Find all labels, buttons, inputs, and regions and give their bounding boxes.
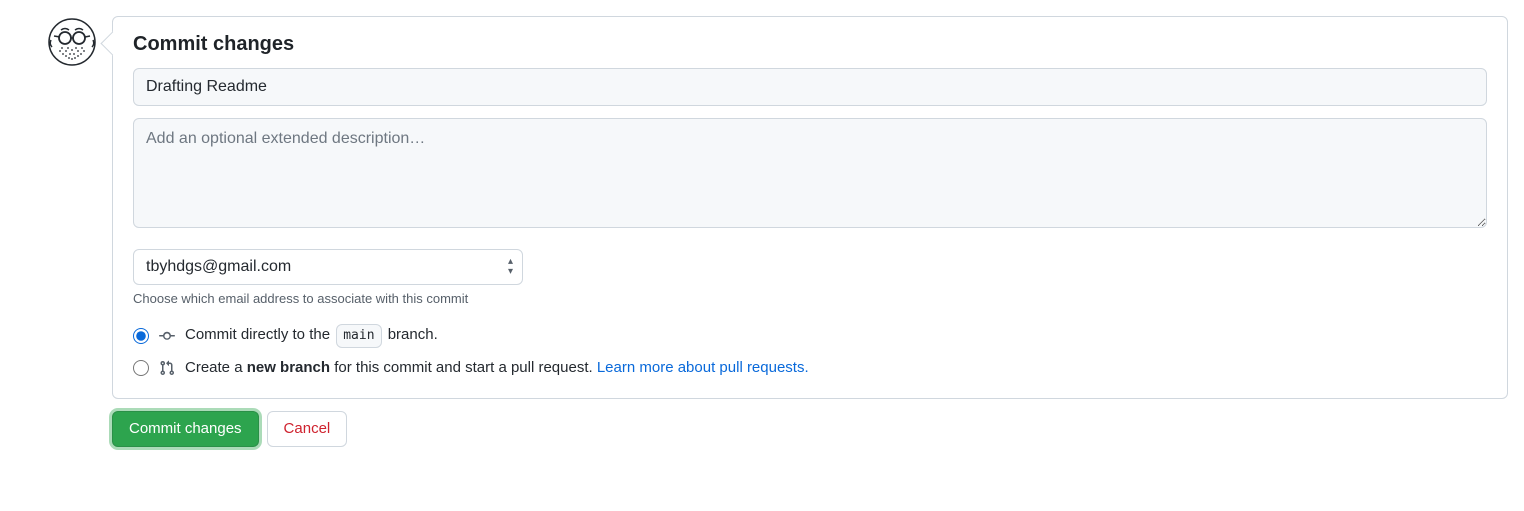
commit-new-branch-radio[interactable] [133,360,149,376]
commit-new-branch-label: Create a new branch for this commit and … [185,358,809,378]
commit-description-textarea[interactable] [133,118,1487,228]
git-commit-icon [159,328,175,344]
commit-direct-label: Commit directly to the main branch. [185,324,438,348]
commit-target-radio-group: Commit directly to the main branch. Crea… [133,324,1487,378]
learn-more-pull-requests-link[interactable]: Learn more about pull requests. [597,359,809,376]
commit-direct-radio[interactable] [133,328,149,344]
commit-new-branch-option[interactable]: Create a new branch for this commit and … [133,358,1487,378]
avatar [48,18,96,66]
form-actions: Commit changes Cancel [112,411,1508,447]
commit-direct-option[interactable]: Commit directly to the main branch. [133,324,1487,348]
commit-summary-input[interactable] [133,68,1487,106]
branch-badge: main [336,324,381,348]
commit-form: Commit changes tbyhdgs@gmail.com ▴▾ Choo… [112,16,1508,399]
commit-changes-button[interactable]: Commit changes [112,411,259,447]
form-heading: Commit changes [133,33,1487,56]
git-pull-request-icon [159,360,175,376]
cancel-button[interactable]: Cancel [267,411,348,447]
commit-email-select[interactable]: tbyhdgs@gmail.com [133,249,523,285]
email-helper-text: Choose which email address to associate … [133,291,1487,306]
